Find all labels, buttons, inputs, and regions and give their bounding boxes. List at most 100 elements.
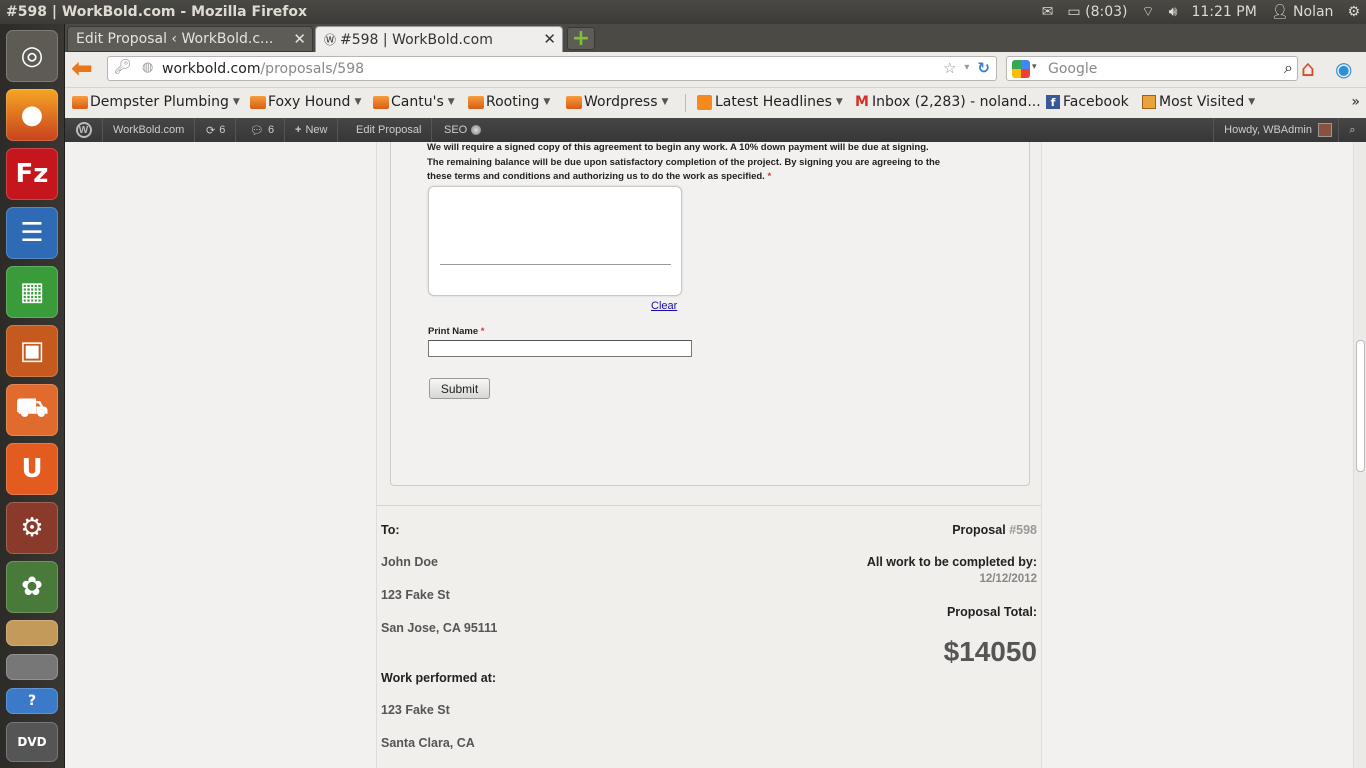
client-street: 123 Fake St	[381, 588, 450, 602]
clear-signature-link[interactable]: Clear	[651, 300, 677, 312]
history-dropdown-icon[interactable]: ▾	[964, 59, 969, 77]
admin-search[interactable]: ⌕	[1338, 118, 1366, 142]
volume-icon[interactable]: 🔊︎	[1169, 4, 1178, 20]
plus-icon: +	[295, 124, 302, 136]
bookmark-wordpress[interactable]: Wordpress ▼	[566, 94, 668, 110]
bookmark-dempster-plumbing[interactable]: Dempster Plumbing ▼	[72, 94, 240, 110]
site-name-link[interactable]: WorkBold.com	[103, 118, 196, 142]
terms-line: The remaining balance will be due upon s…	[427, 156, 941, 168]
dropdown-arrow-icon: ▼	[543, 97, 551, 107]
engine-dropdown-icon[interactable]: ▾	[1032, 62, 1037, 72]
bookmark-facebook[interactable]: f Facebook	[1046, 94, 1129, 110]
home-icon: ⌂	[1301, 57, 1315, 82]
search-bar[interactable]: ▾ Google ⌕	[1006, 56, 1298, 81]
rss-icon	[697, 94, 712, 110]
user-icon: 👤︎	[1270, 4, 1289, 20]
url-bar[interactable]: 🔑︎ ◍ workbold.com/proposals/598 ☆ ▾ ↻	[107, 56, 997, 81]
search-icon[interactable]: ⌕	[1284, 58, 1293, 78]
new-label: New	[305, 124, 328, 136]
folder-icon	[468, 95, 484, 109]
globe-addon-button[interactable]: ◉	[1335, 57, 1352, 81]
dropdown-arrow-icon: ▼	[1248, 97, 1256, 107]
user-menu[interactable]: 👤︎ Nolan	[1271, 4, 1334, 20]
bookmark-label: Latest Headlines	[715, 94, 832, 110]
page-viewport: We will require a signed copy of this ag…	[65, 142, 1353, 768]
close-tab-icon[interactable]: ✕	[543, 30, 556, 48]
system-settings-icon[interactable]: ⚙	[6, 502, 58, 554]
my-account-menu[interactable]: Howdy, WBAdmin	[1213, 118, 1332, 142]
bookmarks-overflow-icon[interactable]: »	[1351, 94, 1360, 110]
tab-proposal-598[interactable]: Ⓦ #598 | WorkBold.com ✕	[315, 26, 563, 52]
print-name-input[interactable]	[428, 340, 692, 357]
edit-proposal-link[interactable]: Edit Proposal	[346, 118, 433, 142]
reload-icon[interactable]: ↻	[977, 59, 990, 77]
new-tab-button[interactable]: +	[567, 27, 595, 50]
bookmark-separator	[685, 94, 686, 112]
bookmark-most-visited[interactable]: Most Visited ▼	[1142, 94, 1255, 110]
folder-icon	[72, 95, 88, 109]
impress-icon[interactable]: ▣	[6, 325, 58, 377]
wifi-icon[interactable]: ⌔	[1141, 3, 1154, 21]
completed-by-label: All work to be completed by:	[866, 555, 1037, 569]
howdy-label: Howdy, WBAdmin	[1224, 124, 1312, 136]
comments-link[interactable]: 💬︎ 6	[240, 118, 286, 142]
dropdown-arrow-icon: ▼	[354, 97, 362, 107]
seo-menu[interactable]: SEO	[434, 118, 491, 142]
tab-edit-proposal[interactable]: Edit Proposal ‹ WorkBold.c... ✕	[67, 26, 313, 52]
session-gear-icon[interactable]: ⚙	[1347, 4, 1360, 20]
google-engine-icon[interactable]	[1012, 59, 1030, 78]
dvd-icon[interactable]: DVD	[6, 722, 58, 762]
calc-icon[interactable]: ▦	[6, 266, 58, 318]
new-content-link[interactable]: + New	[285, 118, 339, 142]
filezilla-icon[interactable]: Fz	[6, 148, 58, 200]
back-button[interactable]: ⬅	[71, 56, 97, 82]
avatar	[1318, 123, 1332, 137]
close-tab-icon[interactable]: ✕	[293, 30, 306, 48]
workspace-icon[interactable]	[6, 620, 58, 646]
dropdown-arrow-icon: ▼	[835, 97, 843, 107]
client-city: San Jose, CA 95111	[381, 621, 498, 635]
bookmark-label: Most Visited	[1159, 94, 1245, 110]
battery-indicator[interactable]: ▭ (8:03)	[1067, 4, 1127, 20]
page-scrollbar[interactable]	[1353, 142, 1366, 768]
signature-pad[interactable]	[428, 186, 682, 296]
site-name: WorkBold.com	[113, 124, 185, 136]
dash-icon[interactable]: ◎	[6, 30, 58, 82]
section-divider	[377, 505, 1041, 506]
scrollbar-thumb[interactable]	[1356, 340, 1365, 472]
mail-icon[interactable]: ✉	[1042, 4, 1054, 20]
work-city: Santa Clara, CA	[381, 736, 475, 750]
files-icon[interactable]	[6, 654, 58, 680]
user-name: Nolan	[1293, 4, 1334, 20]
print-name-label: Print Name *	[428, 326, 485, 337]
wp-logo-menu[interactable]: W	[65, 118, 103, 142]
bookmark-foxy-hound[interactable]: Foxy Hound ▼	[250, 94, 361, 110]
signature-form: We will require a signed copy of this ag…	[390, 142, 1030, 486]
updates-link[interactable]: ⟳ 6	[196, 118, 237, 142]
print-name-text: Print Name	[428, 326, 479, 337]
bookmark-cantus[interactable]: Cantu's ▼	[373, 94, 455, 110]
bookmark-label: Inbox (2,283) - noland...	[871, 94, 1041, 110]
gmail-icon: M	[855, 94, 869, 110]
writer-icon[interactable]: ☰	[6, 207, 58, 259]
help-icon[interactable]: ?	[6, 688, 58, 714]
proposal-total-label: Proposal Total:	[946, 605, 1037, 619]
top-panel: #598 | WorkBold.com - Mozilla Firefox ✉ …	[0, 0, 1366, 24]
bookmark-latest-headlines[interactable]: Latest Headlines ▼	[697, 94, 843, 110]
client-name: John Doe	[381, 555, 438, 569]
software-center-icon[interactable]: ⛟	[6, 384, 58, 436]
ubuntu-one-icon[interactable]: U	[6, 443, 58, 495]
submit-button[interactable]: Submit	[429, 378, 490, 399]
home-button[interactable]: ⌂	[1301, 57, 1315, 82]
picasa-icon[interactable]: ✿	[6, 561, 58, 613]
bookmark-star-icon[interactable]: ☆	[943, 59, 956, 77]
bookmark-rooting[interactable]: Rooting ▼	[468, 94, 550, 110]
battery-time: (8:03)	[1085, 4, 1128, 20]
folder-icon	[566, 95, 582, 109]
clock[interactable]: 11:21 PM	[1191, 4, 1256, 20]
firefox-icon[interactable]: ●	[6, 89, 58, 141]
identity-icon[interactable]: 🔑︎	[114, 59, 132, 75]
bookmark-gmail-inbox[interactable]: M Inbox (2,283) - noland...	[855, 94, 1041, 110]
comments-icon: 💬︎	[250, 124, 264, 137]
wordpress-favicon-icon: Ⓦ	[324, 33, 337, 47]
